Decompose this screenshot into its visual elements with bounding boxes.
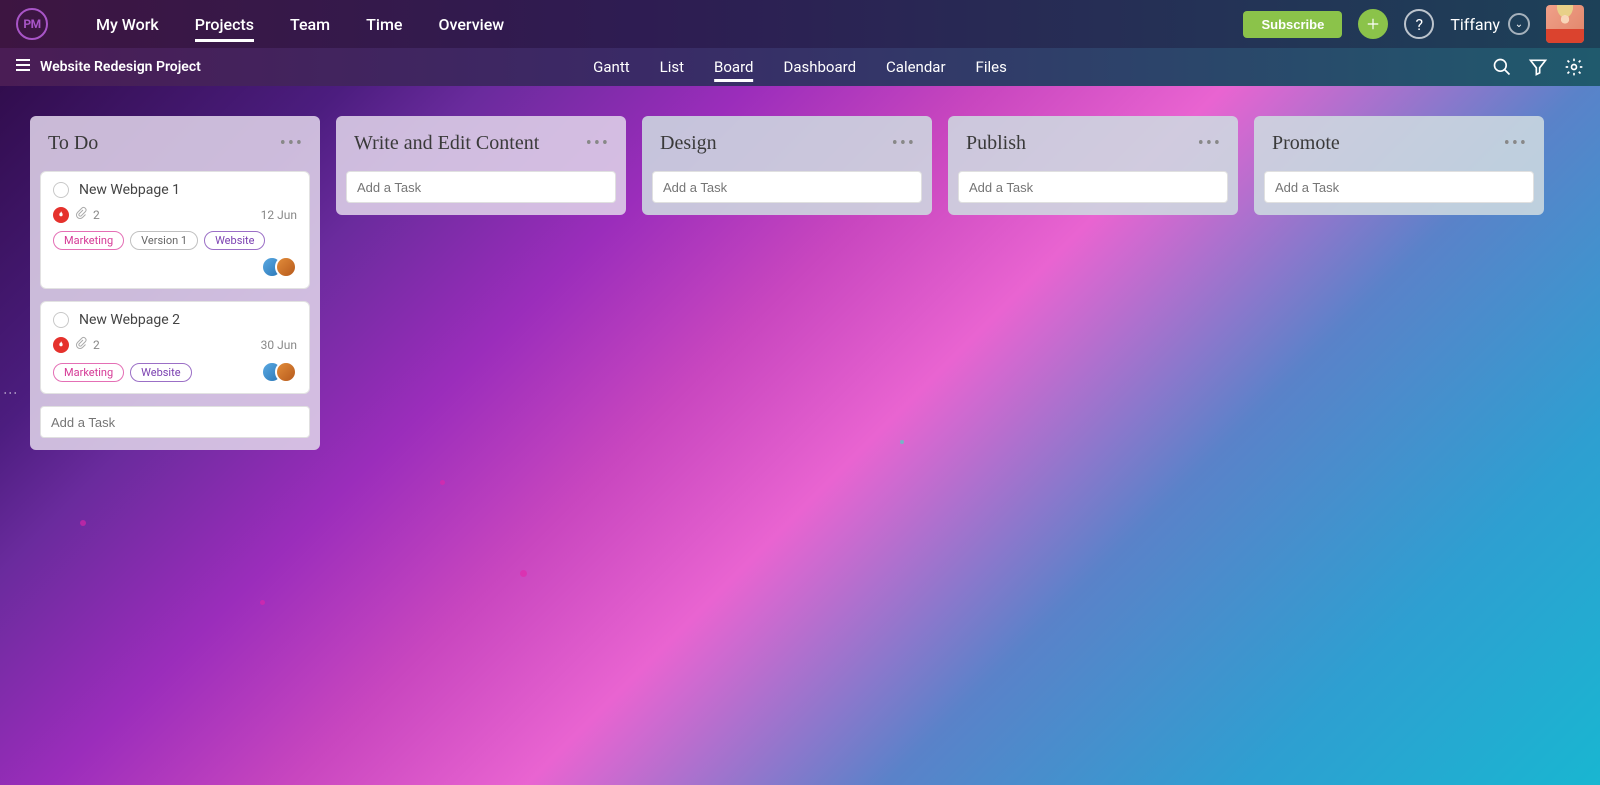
- nav-item-overview[interactable]: Overview: [438, 3, 504, 46]
- column-title: To Do: [48, 132, 98, 155]
- card-top: New Webpage 1: [53, 182, 297, 198]
- avatar: [275, 256, 297, 278]
- assignee-avatars[interactable]: [269, 256, 297, 278]
- sub-nav-views: Gantt List Board Dashboard Calendar Files: [593, 48, 1007, 86]
- app-logo[interactable]: PM: [16, 8, 48, 40]
- search-button[interactable]: [1492, 57, 1512, 77]
- column-header: Design •••: [652, 130, 922, 159]
- tag[interactable]: Website: [204, 231, 265, 250]
- column-menu-icon[interactable]: •••: [892, 133, 916, 154]
- assignee-avatars[interactable]: [269, 361, 297, 383]
- column-menu-icon[interactable]: •••: [586, 133, 610, 154]
- column-header: Write and Edit Content •••: [346, 130, 616, 159]
- filter-icon: [1528, 57, 1548, 77]
- view-tab-calendar[interactable]: Calendar: [886, 50, 946, 84]
- card-date: 30 Jun: [261, 338, 297, 352]
- column-menu-icon[interactable]: •••: [1198, 133, 1222, 154]
- card-meta-row: 2 12 Jun: [53, 206, 297, 223]
- view-tab-board[interactable]: Board: [714, 50, 753, 84]
- logo-text: PM: [23, 17, 40, 31]
- add-task-input[interactable]: [1264, 171, 1534, 203]
- complete-checkbox[interactable]: [53, 182, 69, 198]
- card-top: New Webpage 2: [53, 312, 297, 328]
- user-avatar[interactable]: [1546, 5, 1584, 43]
- question-icon: ?: [1416, 15, 1424, 34]
- column-title: Publish: [966, 132, 1026, 155]
- nav-item-time[interactable]: Time: [366, 3, 402, 46]
- gear-icon: [1564, 57, 1584, 77]
- side-drag-handle[interactable]: ⋮: [2, 386, 18, 400]
- project-title[interactable]: Website Redesign Project: [40, 59, 201, 75]
- view-tab-dashboard[interactable]: Dashboard: [783, 50, 856, 84]
- help-button[interactable]: ?: [1404, 9, 1434, 39]
- view-tab-files[interactable]: Files: [976, 50, 1007, 84]
- task-card[interactable]: New Webpage 1 2 12 Jun Marketing Version 1 We…: [40, 171, 310, 289]
- nav-item-my-work[interactable]: My Work: [96, 3, 159, 46]
- task-card[interactable]: New Webpage 2 2 30 Jun Marketing Website: [40, 301, 310, 394]
- column-publish: Publish •••: [948, 116, 1238, 215]
- user-menu[interactable]: Tiffany ⌄: [1450, 13, 1530, 35]
- complete-checkbox[interactable]: [53, 312, 69, 328]
- top-nav-right: Subscribe ? Tiffany ⌄: [1243, 5, 1584, 43]
- subscribe-button[interactable]: Subscribe: [1243, 11, 1342, 38]
- nav-item-projects[interactable]: Projects: [195, 3, 254, 46]
- column-menu-icon[interactable]: •••: [1504, 133, 1528, 154]
- card-meta: 2: [53, 336, 100, 353]
- settings-button[interactable]: [1564, 57, 1584, 77]
- column-title: Write and Edit Content: [354, 132, 539, 155]
- tag[interactable]: Version 1: [130, 231, 198, 250]
- add-task-input[interactable]: [958, 171, 1228, 203]
- column-to-do: To Do ••• New Webpage 1 2 12 Jun Marketing Ver…: [30, 116, 320, 450]
- priority-high-icon: [53, 337, 69, 353]
- nav-item-team[interactable]: Team: [290, 3, 330, 46]
- add-task-input[interactable]: [652, 171, 922, 203]
- view-tab-list[interactable]: List: [660, 50, 684, 84]
- column-title: Promote: [1272, 132, 1340, 155]
- column-header: Promote •••: [1264, 130, 1534, 159]
- avatar: [275, 361, 297, 383]
- sub-nav-right: [1492, 57, 1584, 77]
- tag[interactable]: Website: [130, 363, 191, 382]
- tag[interactable]: Marketing: [53, 231, 124, 250]
- username-label: Tiffany: [1450, 15, 1500, 34]
- add-task-input[interactable]: [40, 406, 310, 438]
- board-area: To Do ••• New Webpage 1 2 12 Jun Marketing Ver…: [0, 86, 1600, 785]
- card-title: New Webpage 2: [79, 312, 180, 328]
- card-tags: Marketing Website: [53, 361, 297, 383]
- add-task-input[interactable]: [346, 171, 616, 203]
- card-date: 12 Jun: [261, 208, 297, 222]
- top-nav: PM My Work Projects Team Time Overview Subsc…: [0, 0, 1600, 48]
- column-write-and-edit-content: Write and Edit Content •••: [336, 116, 626, 215]
- top-nav-items: My Work Projects Team Time Overview: [96, 3, 504, 46]
- card-meta: 2: [53, 206, 100, 223]
- attachment-icon: [75, 206, 87, 223]
- column-header: To Do •••: [40, 130, 310, 159]
- column-design: Design •••: [642, 116, 932, 215]
- attachment-count: 2: [93, 208, 100, 222]
- column-header: Publish •••: [958, 130, 1228, 159]
- chevron-down-icon: ⌄: [1508, 13, 1530, 35]
- plus-icon: [1366, 17, 1380, 31]
- card-tags: Marketing Version 1 Website: [53, 231, 297, 278]
- tag[interactable]: Marketing: [53, 363, 124, 382]
- hamburger-icon[interactable]: [16, 59, 30, 75]
- column-title: Design: [660, 132, 717, 155]
- add-button[interactable]: [1358, 9, 1388, 39]
- attachment-count: 2: [93, 338, 100, 352]
- attachment-icon: [75, 336, 87, 353]
- card-meta-row: 2 30 Jun: [53, 336, 297, 353]
- column-menu-icon[interactable]: •••: [280, 133, 304, 154]
- filter-button[interactable]: [1528, 57, 1548, 77]
- search-icon: [1492, 57, 1512, 77]
- view-tab-gantt[interactable]: Gantt: [593, 50, 629, 84]
- priority-high-icon: [53, 207, 69, 223]
- card-title: New Webpage 1: [79, 182, 180, 198]
- column-promote: Promote •••: [1254, 116, 1544, 215]
